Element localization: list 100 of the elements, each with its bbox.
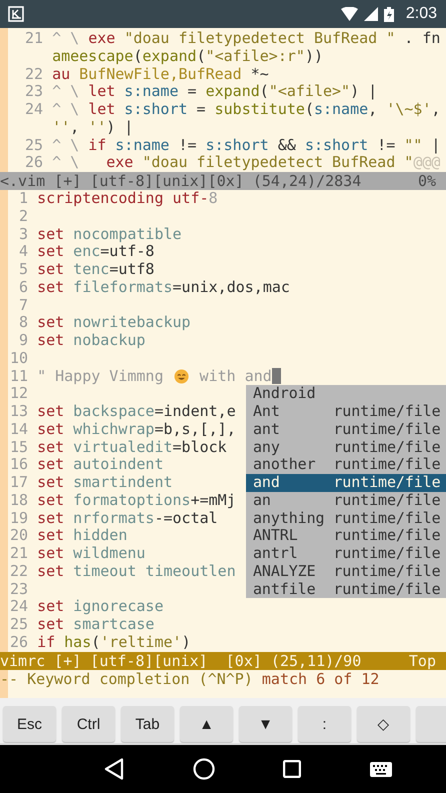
string-text: '' [88, 118, 106, 137]
completion-item[interactable]: ant runtime/file [246, 420, 446, 439]
code-text: -=octal [154, 510, 218, 528]
line-number: 7 [18, 296, 28, 314]
code-text: ( [196, 48, 206, 66]
line-number: 6 [18, 278, 28, 297]
key-button[interactable]: Esc [3, 706, 56, 742]
back-icon[interactable] [104, 758, 124, 780]
option-text: tenc [72, 261, 110, 279]
code-text: =block [172, 438, 227, 456]
keyword-text: set [37, 314, 64, 332]
key-button[interactable]: ◇ [357, 706, 410, 742]
completion-item[interactable]: and runtime/file [246, 474, 446, 492]
code-text: ^ \ [52, 30, 80, 48]
line-number: 15 [10, 438, 28, 456]
code-text: ( [304, 101, 314, 119]
status-line-text: vimrc [+] [utf-8][unix] [0x] (25,11)/90 [0, 652, 362, 670]
keyword-text: set [37, 474, 64, 492]
battery-icon [384, 6, 394, 22]
line-number: 9 [18, 332, 28, 350]
key-button[interactable]: Ctrl [62, 706, 115, 742]
code-text: . fn [403, 30, 440, 48]
keyword-text: au [52, 66, 70, 84]
code-text: , [368, 101, 378, 119]
keyword-text: set [37, 403, 64, 421]
line-number: 21 [25, 30, 44, 48]
completion-item[interactable]: anything runtime/file [246, 510, 446, 528]
line-number: 24 [25, 101, 44, 119]
code-text: =b,s,[,], [154, 420, 236, 439]
function-text: ameescape [52, 48, 134, 66]
completion-item[interactable]: Android [246, 385, 446, 404]
code-text: ) | [106, 118, 134, 137]
wifi-icon [340, 7, 358, 21]
completion-item[interactable]: antrl runtime/file [246, 545, 446, 563]
keyword-text: set [37, 261, 64, 279]
keyword-text: scriptencoding [37, 190, 164, 208]
code-text: , [431, 101, 440, 119]
string-text: "doau filetypedetect BufRead " [141, 154, 414, 172]
completion-item[interactable]: another runtime/file [246, 456, 446, 474]
option-text: smartindent [72, 474, 173, 492]
line-number: 25 [10, 616, 28, 634]
status-line-text: 0% [418, 172, 436, 190]
key-button[interactable]: ▲ [180, 706, 233, 742]
variable-text: s:name [114, 136, 170, 154]
code-text: ) [182, 634, 191, 652]
keyword-text: set [37, 420, 64, 439]
line-number: 1 [18, 190, 28, 208]
code-text: =unix,dos,mac [172, 278, 290, 297]
home-icon[interactable] [192, 758, 215, 780]
comment-text: " Happy Vimmng [37, 368, 164, 386]
completion-item[interactable]: ANALYZE runtime/file [246, 562, 446, 581]
option-text: smartcase [72, 616, 154, 634]
line-number: 26 [10, 634, 28, 652]
keyword-text: if [88, 136, 106, 154]
function-text: expand [206, 83, 260, 102]
option-text: formatoptions [72, 492, 191, 510]
completion-item[interactable]: an runtime/file [246, 492, 446, 510]
code-text: =utf-8 [100, 243, 154, 262]
line-number: 13 [10, 403, 28, 421]
keyword-text: set [37, 438, 64, 456]
line-number: 23 [10, 580, 28, 598]
match-message: match 6 of 12 [262, 670, 380, 688]
code-text: ^ \ [52, 154, 80, 172]
code-text: ( [260, 83, 269, 102]
string-text: 'reltime' [100, 634, 182, 652]
line-number: 18 [10, 492, 28, 510]
code-text: 8 [208, 190, 218, 208]
completion-item[interactable]: antfile runtime/file [246, 580, 446, 598]
line-number: 8 [18, 314, 28, 332]
status-line-text: Top [408, 652, 436, 670]
smiley-icon [174, 368, 190, 384]
line-number: 14 [10, 420, 28, 439]
option-text: nrformats [72, 510, 154, 528]
code-text: ^ \ [52, 136, 80, 154]
recents-icon[interactable] [283, 760, 302, 778]
code-text: ) | [350, 83, 378, 102]
line-number: 25 [25, 136, 44, 154]
keyword-text: set [37, 616, 64, 634]
completion-item[interactable]: ANTRL runtime/file [246, 527, 446, 546]
keyboard-icon[interactable] [370, 762, 392, 776]
line-number: 22 [10, 562, 28, 581]
event-text: BufNewFile,BufRead [78, 66, 242, 84]
text-cursor [272, 368, 281, 384]
keyword-text: exe [88, 30, 116, 48]
app-icon [8, 6, 24, 22]
completion-item[interactable]: Ant runtime/file [246, 403, 446, 421]
status-line-text: <.vim [+] [utf-8][unix][0x] (54,24)/2834 [0, 172, 362, 190]
line-number: 16 [10, 456, 28, 474]
option-text: enc [72, 243, 100, 262]
keyword-text: set [37, 545, 64, 563]
line-number: 23 [25, 83, 44, 102]
variable-text: s:short [206, 136, 269, 154]
filler-text: @@@ [413, 154, 440, 172]
completion-item[interactable]: any runtime/file [246, 438, 446, 456]
key-button[interactable]: ▼ [239, 706, 292, 742]
key-button[interactable]: : [298, 706, 351, 742]
option-text: whichwrap [72, 420, 154, 439]
keyword-text: utf- [172, 190, 209, 208]
variable-text: s:short [123, 101, 188, 119]
key-button[interactable]: Tab [121, 706, 174, 742]
